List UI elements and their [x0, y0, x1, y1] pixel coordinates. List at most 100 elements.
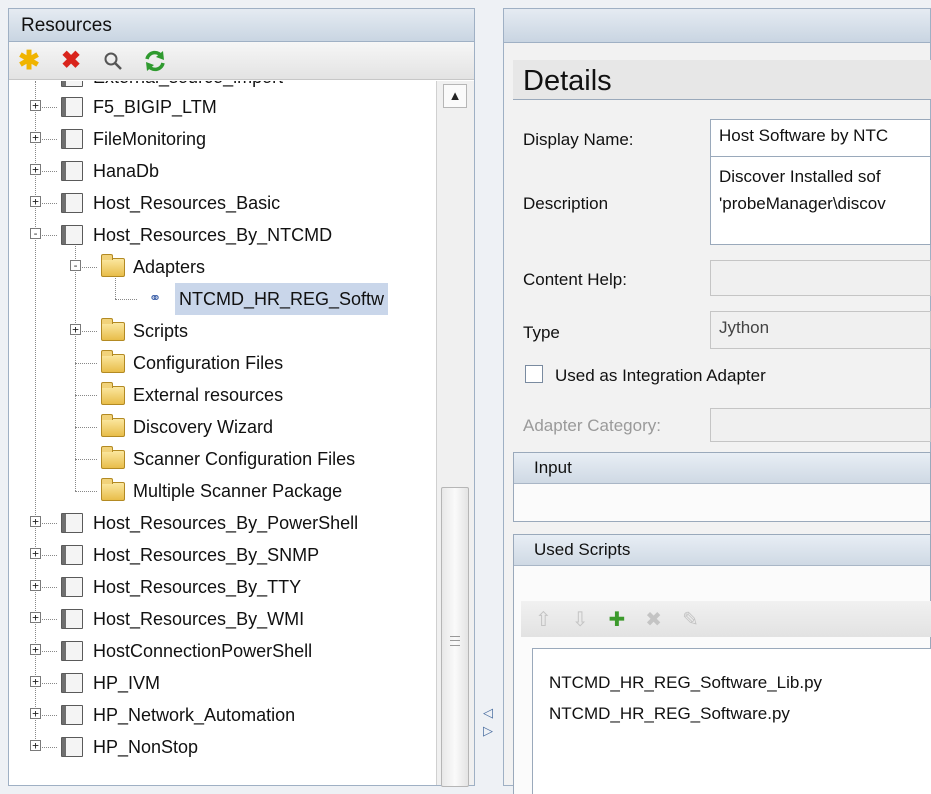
scrollbar-thumb[interactable]	[441, 487, 469, 787]
tree-item-label: HP_NonStop	[93, 737, 199, 757]
expand-icon[interactable]: +	[30, 676, 41, 687]
expand-icon[interactable]: +	[30, 164, 41, 175]
tree-item[interactable]: + Host_Resources_By_PowerShell	[9, 507, 429, 539]
integration-adapter-checkbox[interactable]	[525, 365, 543, 383]
resources-toolbar: ✱ ✖	[9, 42, 474, 80]
description-field[interactable]: Discover Installed sof 'probeManager\dis…	[710, 156, 931, 245]
type-label: Type	[523, 323, 560, 342]
package-icon	[61, 129, 83, 149]
expand-icon[interactable]: +	[70, 324, 81, 335]
tree-item[interactable]: External resources	[9, 379, 429, 411]
content-help-label: Content Help:	[523, 270, 627, 289]
used-scripts-section-header[interactable]: Used Scripts	[514, 535, 930, 566]
package-icon	[61, 97, 83, 117]
type-field[interactable]: Jython	[710, 311, 931, 349]
tree-item[interactable]: + FileMonitoring	[9, 123, 429, 155]
collapse-icon[interactable]: -	[70, 260, 81, 271]
tree-item-label: Host_Resources_By_TTY	[93, 577, 302, 597]
expand-icon[interactable]: +	[30, 196, 41, 207]
tree-item-label: Host_Resources_By_PowerShell	[93, 513, 359, 533]
used-scripts-toolbar: ⇧ ⇩ ✚ ✖ ✎	[521, 601, 931, 637]
tree-item-label: Multiple Scanner Package	[133, 481, 343, 501]
expand-icon[interactable]: +	[30, 516, 41, 527]
tree-connector	[115, 299, 137, 300]
tree-item[interactable]: + HostConnectionPowerShell	[9, 635, 429, 667]
expand-icon[interactable]: +	[30, 548, 41, 559]
details-heading: Details	[513, 60, 931, 100]
tree-item-label: Host_Resources_Basic	[93, 193, 281, 213]
expand-icon[interactable]: +	[30, 580, 41, 591]
display-name-field[interactable]: Host Software by NTC	[710, 119, 931, 157]
tree-item[interactable]: + Host_Resources_By_WMI	[9, 603, 429, 635]
refresh-icon[interactable]	[141, 47, 169, 75]
expand-icon[interactable]: +	[30, 612, 41, 623]
tree-item[interactable]: + HP_IVM	[9, 667, 429, 699]
new-star-icon[interactable]: ✱	[15, 45, 43, 75]
expand-icon[interactable]: +	[30, 708, 41, 719]
tree-item[interactable]: + Scripts	[9, 315, 429, 347]
tree-item[interactable]: + F5_BIGIP_LTM	[9, 91, 429, 123]
expand-icon[interactable]: +	[30, 644, 41, 655]
tree-vertical-scrollbar[interactable]: ▲	[436, 81, 474, 787]
tree-item[interactable]: ⚭ NTCMD_HR_REG_Softw	[9, 283, 429, 315]
collapse-icon[interactable]: -	[30, 228, 41, 239]
tree-item[interactable]: Scanner Configuration Files	[9, 443, 429, 475]
delete-x-icon[interactable]: ✖	[57, 47, 85, 75]
adapter-category-label: Adapter Category:	[523, 416, 661, 435]
move-up-icon[interactable]: ⇧	[535, 607, 552, 632]
tree-item[interactable]: + Host_Resources_By_TTY	[9, 571, 429, 603]
description-line-2: 'probeManager\discov	[719, 194, 886, 213]
folder-icon	[101, 478, 125, 501]
tree-item[interactable]: - Host_Resources_By_NTCMD	[9, 219, 429, 251]
collapse-left-arrow-icon[interactable]: ◁	[483, 705, 493, 721]
content-help-field[interactable]	[710, 260, 931, 296]
edit-pencil-icon[interactable]: ✎	[682, 607, 699, 632]
tree-item[interactable]: Discovery Wizard	[9, 411, 429, 443]
tree-item[interactable]: + HP_Network_Automation	[9, 699, 429, 731]
tree-item[interactable]: + HanaDb	[9, 155, 429, 187]
package-icon	[61, 737, 83, 757]
tree-item-label: HostConnectionPowerShell	[93, 641, 313, 661]
tree-item[interactable]: - Adapters	[9, 251, 429, 283]
tree-item-label: F5_BIGIP_LTM	[93, 97, 217, 117]
tree-item-label-selected: NTCMD_HR_REG_Softw	[175, 283, 389, 315]
remove-icon[interactable]: ✖	[645, 607, 662, 632]
folder-icon	[101, 318, 125, 341]
expand-right-arrow-icon[interactable]: ▷	[483, 723, 493, 739]
script-list-item[interactable]: NTCMD_HR_REG_Software.py	[549, 698, 931, 729]
search-icon[interactable]	[99, 47, 127, 75]
integration-adapter-label[interactable]: Used as Integration Adapter	[555, 366, 766, 386]
tree-connector	[75, 459, 97, 460]
display-name-label: Display Name:	[523, 130, 634, 149]
package-icon	[61, 225, 83, 245]
expand-icon[interactable]: +	[30, 132, 41, 143]
package-icon	[61, 609, 83, 629]
adapter-category-field[interactable]	[710, 408, 931, 442]
tree-item[interactable]: Multiple Scanner Package	[9, 475, 429, 507]
scroll-up-arrow-icon[interactable]: ▲	[443, 84, 467, 108]
folder-icon	[101, 446, 125, 469]
input-section-header[interactable]: Input	[514, 453, 930, 484]
tree-item-label: Adapters	[133, 257, 206, 277]
tree-item[interactable]: + Host_Resources_By_SNMP	[9, 539, 429, 571]
tree-connector	[75, 491, 97, 492]
tree-item-label: Host_Resources_By_NTCMD	[93, 225, 333, 245]
script-list-item[interactable]: NTCMD_HR_REG_Software_Lib.py	[549, 667, 931, 698]
add-icon[interactable]: ✚	[609, 607, 626, 632]
resources-tree: External_source_import+F5_BIGIP_LTM+File…	[9, 81, 435, 787]
tree-connector	[75, 363, 97, 364]
folder-icon	[101, 350, 125, 373]
resources-panel: Resources ✱ ✖ External_source_import+F5_…	[8, 8, 475, 787]
input-section: Input	[513, 452, 931, 522]
tree-connector	[75, 395, 97, 396]
tree-item-label: Discovery Wizard	[133, 417, 274, 437]
expand-icon[interactable]: +	[30, 100, 41, 111]
details-content: Details Display Name: Host Software by N…	[503, 8, 931, 794]
tree-item[interactable]: + Host_Resources_Basic	[9, 187, 429, 219]
panel-splitter[interactable]: ◁ ▷	[477, 8, 501, 786]
package-icon	[61, 641, 83, 661]
move-down-icon[interactable]: ⇩	[572, 607, 589, 632]
tree-item[interactable]: + HP_NonStop	[9, 731, 429, 763]
expand-icon[interactable]: +	[30, 740, 41, 751]
tree-item[interactable]: Configuration Files	[9, 347, 429, 379]
